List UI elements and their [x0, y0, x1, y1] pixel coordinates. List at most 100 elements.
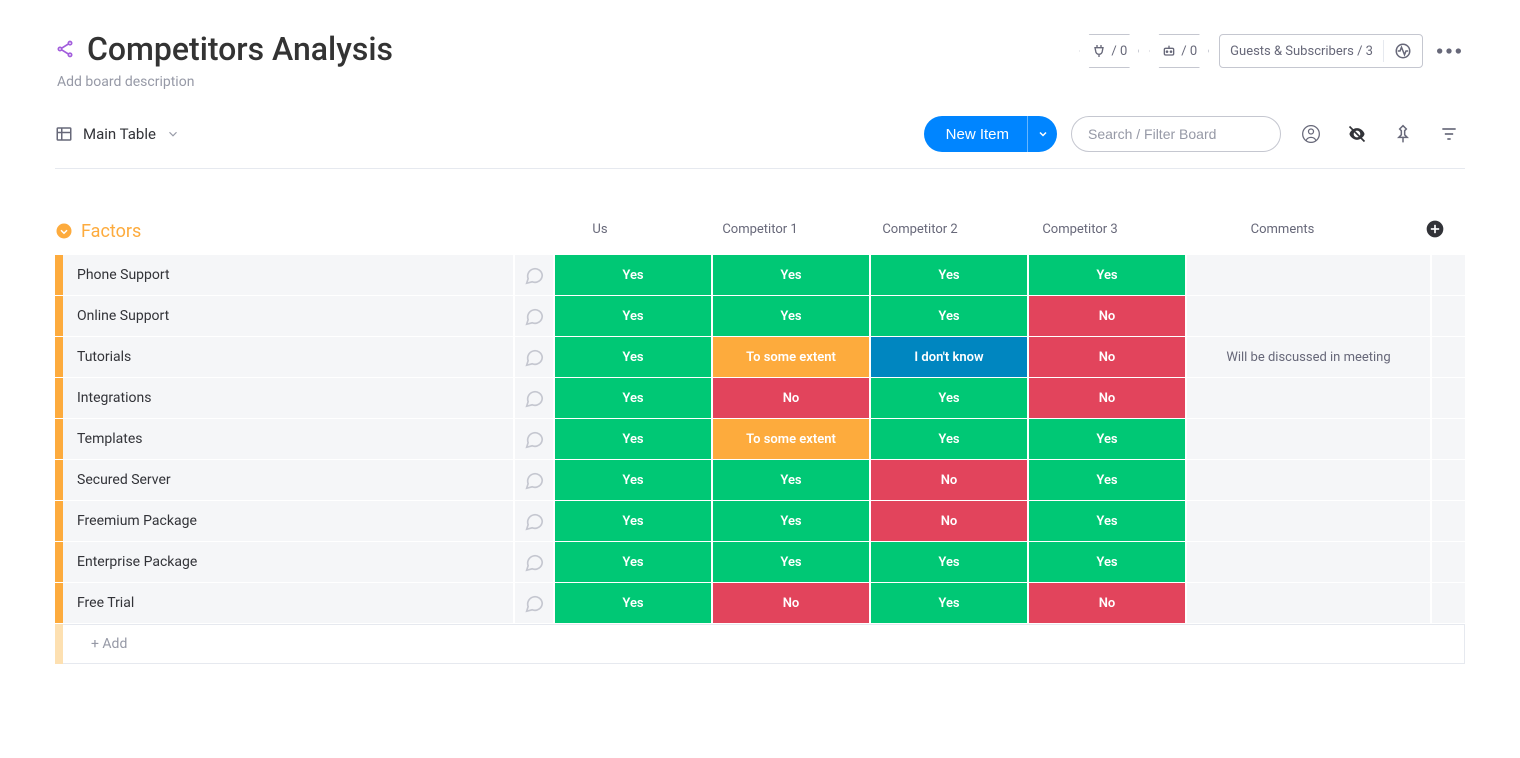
status-cell[interactable]: No: [1029, 296, 1187, 336]
table-row[interactable]: Freemium PackageYesYesNoYes: [55, 501, 1465, 542]
status-cell[interactable]: Yes: [713, 542, 871, 582]
table-row[interactable]: Free TrialYesNoYesNo: [55, 583, 1465, 624]
item-name-cell[interactable]: Tutorials: [63, 337, 515, 377]
status-cell[interactable]: I don't know: [871, 337, 1029, 377]
status-cell[interactable]: To some extent: [713, 337, 871, 377]
board-title[interactable]: Competitors Analysis: [87, 30, 393, 68]
hide-columns-button[interactable]: [1341, 118, 1373, 150]
add-column-button[interactable]: [1405, 219, 1465, 243]
status-cell[interactable]: No: [1029, 378, 1187, 418]
status-cell[interactable]: Yes: [555, 378, 713, 418]
status-cell[interactable]: Yes: [555, 501, 713, 541]
table-row[interactable]: Tutorials YesTo some extentI don't knowNo…: [55, 337, 1465, 378]
status-cell[interactable]: To some extent: [713, 419, 871, 459]
guests-subscribers-pill[interactable]: Guests & Subscribers / 3: [1219, 34, 1423, 68]
open-updates-button[interactable]: [515, 542, 555, 582]
table-row[interactable]: Enterprise PackageYesYesYesYes: [55, 542, 1465, 583]
status-cell[interactable]: Yes: [1029, 255, 1187, 295]
status-cell[interactable]: Yes: [1029, 460, 1187, 500]
table-row[interactable]: IntegrationsYesNoYesNo: [55, 378, 1465, 419]
comments-cell[interactable]: [1187, 296, 1432, 336]
comments-cell[interactable]: [1187, 460, 1432, 500]
status-cell[interactable]: No: [1029, 583, 1187, 623]
open-updates-button[interactable]: [515, 501, 555, 541]
open-updates-button[interactable]: [515, 337, 555, 377]
item-name-cell[interactable]: Online Support: [63, 296, 515, 336]
status-cell[interactable]: Yes: [713, 501, 871, 541]
collapse-group-icon[interactable]: [55, 222, 73, 240]
comments-cell[interactable]: Will be discussed in meeting: [1187, 337, 1432, 377]
status-cell[interactable]: No: [713, 378, 871, 418]
status-cell[interactable]: No: [871, 501, 1029, 541]
open-updates-button[interactable]: [515, 419, 555, 459]
column-header-competitor1[interactable]: Competitor 1: [680, 222, 840, 241]
open-updates-button[interactable]: [515, 460, 555, 500]
view-picker[interactable]: Main Table: [55, 125, 180, 143]
pin-button[interactable]: [1387, 118, 1419, 150]
row-tail: [1432, 501, 1465, 541]
group-color-bar: [55, 460, 63, 500]
chat-bubble-icon: [523, 346, 545, 368]
status-cell[interactable]: Yes: [555, 419, 713, 459]
table-row[interactable]: Secured ServerYesYesNoYes: [55, 460, 1465, 501]
table-row[interactable]: Online SupportYesYesYesNo: [55, 296, 1465, 337]
item-name-cell[interactable]: Integrations: [63, 378, 515, 418]
sort-filter-button[interactable]: [1433, 118, 1465, 150]
new-item-dropdown[interactable]: [1027, 116, 1057, 152]
status-cell[interactable]: No: [713, 583, 871, 623]
status-cell[interactable]: Yes: [871, 583, 1029, 623]
comments-cell[interactable]: [1187, 378, 1432, 418]
status-cell[interactable]: Yes: [871, 419, 1029, 459]
table-row[interactable]: TemplatesYesTo some extentYesYes: [55, 419, 1465, 460]
new-item-button[interactable]: New Item: [924, 116, 1057, 152]
open-updates-button[interactable]: [515, 583, 555, 623]
item-name-cell[interactable]: Enterprise Package: [63, 542, 515, 582]
item-name-cell[interactable]: Templates: [63, 419, 515, 459]
status-cell[interactable]: Yes: [555, 583, 713, 623]
item-name-cell[interactable]: Phone Support: [63, 255, 515, 295]
item-name-cell[interactable]: Free Trial: [63, 583, 515, 623]
status-cell[interactable]: Yes: [555, 296, 713, 336]
column-header-competitor2[interactable]: Competitor 2: [840, 222, 1000, 241]
status-cell[interactable]: Yes: [1029, 542, 1187, 582]
status-cell[interactable]: Yes: [871, 296, 1029, 336]
column-header-competitor3[interactable]: Competitor 3: [1000, 222, 1160, 241]
status-cell[interactable]: Yes: [555, 542, 713, 582]
status-cell[interactable]: No: [871, 460, 1029, 500]
search-filter-pill[interactable]: [1071, 116, 1281, 152]
item-name-cell[interactable]: Secured Server: [63, 460, 515, 500]
board-description[interactable]: Add board description: [57, 74, 393, 90]
row-tail: [1432, 542, 1465, 582]
status-cell[interactable]: Yes: [871, 378, 1029, 418]
group-title[interactable]: Factors: [81, 221, 141, 242]
comments-cell[interactable]: [1187, 542, 1432, 582]
person-filter-button[interactable]: [1295, 118, 1327, 150]
open-updates-button[interactable]: [515, 255, 555, 295]
status-cell[interactable]: Yes: [871, 255, 1029, 295]
status-cell[interactable]: Yes: [555, 255, 713, 295]
status-cell[interactable]: Yes: [1029, 501, 1187, 541]
item-name-cell[interactable]: Freemium Package: [63, 501, 515, 541]
column-header-comments[interactable]: Comments: [1160, 222, 1405, 241]
comments-cell[interactable]: [1187, 583, 1432, 623]
column-header-us[interactable]: Us: [520, 222, 680, 241]
status-cell[interactable]: Yes: [1029, 419, 1187, 459]
comments-cell[interactable]: [1187, 419, 1432, 459]
integrations-badge[interactable]: / 0: [1079, 34, 1139, 68]
status-cell[interactable]: Yes: [713, 255, 871, 295]
comments-cell[interactable]: [1187, 501, 1432, 541]
status-cell[interactable]: No: [1029, 337, 1187, 377]
more-menu-button[interactable]: [1433, 35, 1465, 67]
status-cell[interactable]: Yes: [555, 337, 713, 377]
status-cell[interactable]: Yes: [713, 460, 871, 500]
status-cell[interactable]: Yes: [871, 542, 1029, 582]
open-updates-button[interactable]: [515, 296, 555, 336]
add-row-input[interactable]: + Add: [63, 624, 1465, 664]
table-row[interactable]: Phone SupportYesYesYesYes: [55, 255, 1465, 296]
status-cell[interactable]: Yes: [713, 296, 871, 336]
automations-badge[interactable]: / 0: [1149, 34, 1209, 68]
status-cell[interactable]: Yes: [555, 460, 713, 500]
search-input[interactable]: [1088, 126, 1264, 142]
open-updates-button[interactable]: [515, 378, 555, 418]
comments-cell[interactable]: [1187, 255, 1432, 295]
